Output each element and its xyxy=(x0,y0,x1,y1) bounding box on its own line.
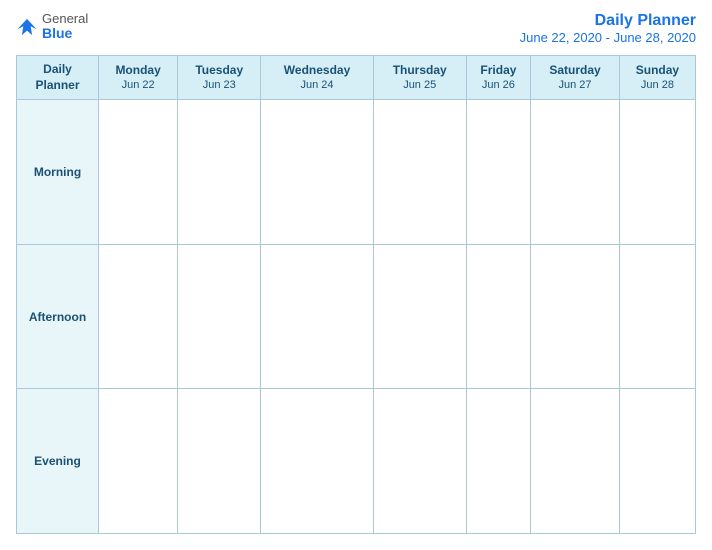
cell-afternoon-sun[interactable] xyxy=(619,244,695,389)
logo-text: General Blue xyxy=(42,12,88,42)
header: General Blue Daily Planner June 22, 2020… xyxy=(16,12,696,45)
planner-date-range: June 22, 2020 - June 28, 2020 xyxy=(520,30,696,45)
row-label-afternoon: Afternoon xyxy=(17,244,99,389)
row-label-morning: Morning xyxy=(17,100,99,245)
cell-morning-sun[interactable] xyxy=(619,100,695,245)
header-label-cell: Daily Planner xyxy=(17,56,99,100)
cell-morning-tue[interactable] xyxy=(178,100,261,245)
cell-morning-wed[interactable] xyxy=(261,100,373,245)
table-header-row: Daily Planner Monday Jun 22 Tuesday Jun … xyxy=(17,56,696,100)
cell-morning-sat[interactable] xyxy=(531,100,620,245)
planner-title: Daily Planner xyxy=(520,12,696,30)
col-monday: Monday Jun 22 xyxy=(99,56,178,100)
row-afternoon: Afternoon xyxy=(17,244,696,389)
col-tuesday: Tuesday Jun 23 xyxy=(178,56,261,100)
cell-afternoon-thu[interactable] xyxy=(373,244,466,389)
cell-evening-wed[interactable] xyxy=(261,389,373,534)
logo: General Blue xyxy=(16,12,88,42)
cell-evening-mon[interactable] xyxy=(99,389,178,534)
cell-afternoon-mon[interactable] xyxy=(99,244,178,389)
cell-afternoon-sat[interactable] xyxy=(531,244,620,389)
planner-table: Daily Planner Monday Jun 22 Tuesday Jun … xyxy=(16,55,696,534)
logo-blue: Blue xyxy=(42,26,88,41)
cell-morning-thu[interactable] xyxy=(373,100,466,245)
row-evening: Evening xyxy=(17,389,696,534)
cell-morning-fri[interactable] xyxy=(466,100,531,245)
col-sunday: Sunday Jun 28 xyxy=(619,56,695,100)
cell-afternoon-fri[interactable] xyxy=(466,244,531,389)
col-thursday: Thursday Jun 25 xyxy=(373,56,466,100)
col-friday: Friday Jun 26 xyxy=(466,56,531,100)
logo-general: General xyxy=(42,12,88,26)
row-label-evening: Evening xyxy=(17,389,99,534)
row-morning: Morning xyxy=(17,100,696,245)
cell-evening-tue[interactable] xyxy=(178,389,261,534)
bird-icon xyxy=(16,16,38,38)
page: General Blue Daily Planner June 22, 2020… xyxy=(0,0,712,550)
col-wednesday: Wednesday Jun 24 xyxy=(261,56,373,100)
cell-evening-thu[interactable] xyxy=(373,389,466,534)
cell-evening-sun[interactable] xyxy=(619,389,695,534)
cell-evening-sat[interactable] xyxy=(531,389,620,534)
title-block: Daily Planner June 22, 2020 - June 28, 2… xyxy=(520,12,696,45)
cell-afternoon-wed[interactable] xyxy=(261,244,373,389)
cell-afternoon-tue[interactable] xyxy=(178,244,261,389)
cell-morning-mon[interactable] xyxy=(99,100,178,245)
col-saturday: Saturday Jun 27 xyxy=(531,56,620,100)
cell-evening-fri[interactable] xyxy=(466,389,531,534)
